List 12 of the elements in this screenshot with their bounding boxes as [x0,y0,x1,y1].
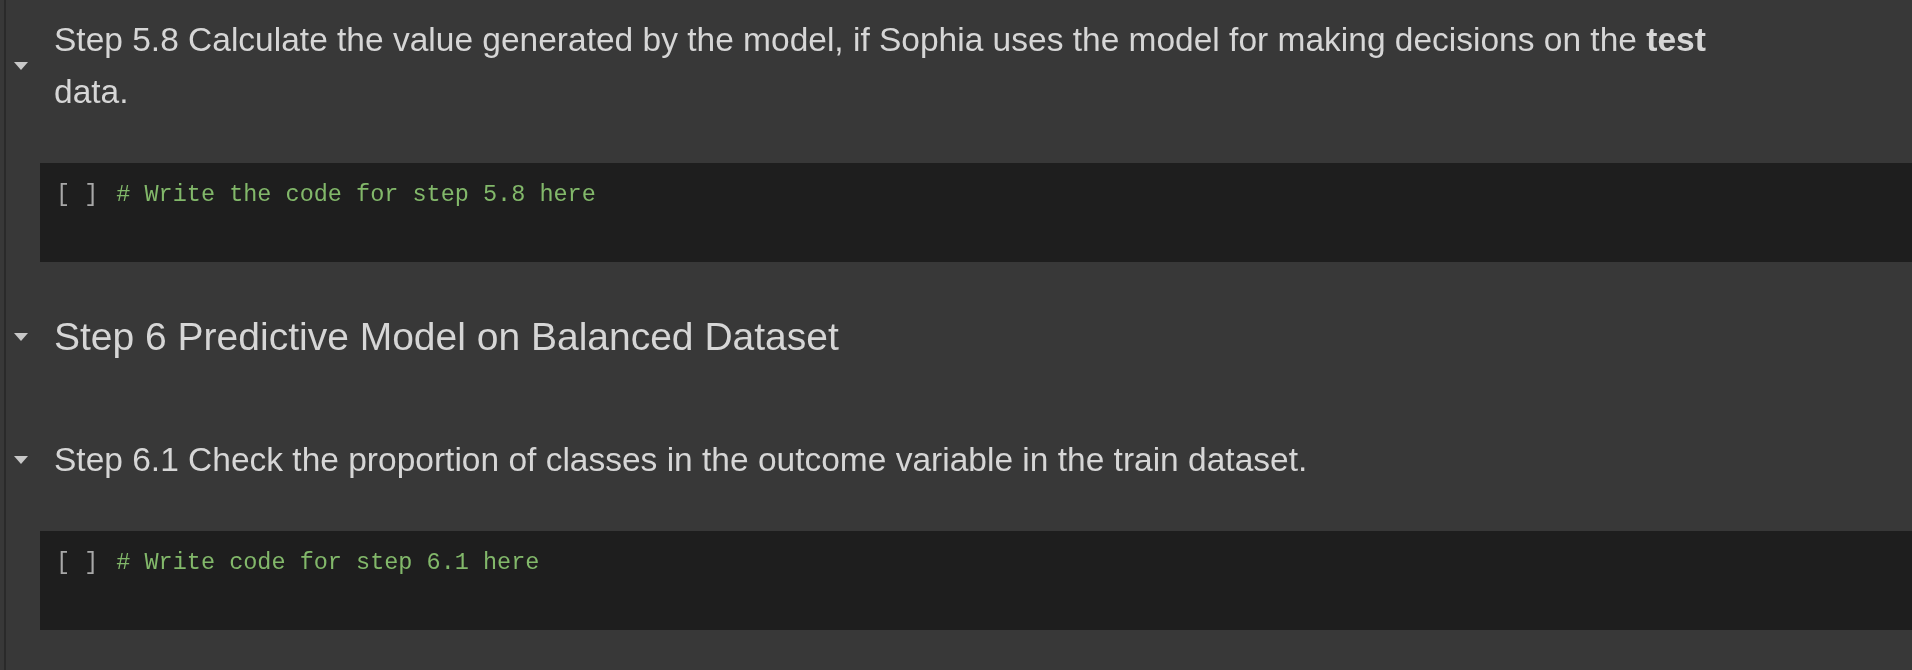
code-comment: # Write code for step 6.1 here [116,548,540,578]
caret-icon[interactable] [14,62,28,70]
step-heading: Step 6.1 Check the proportion of classes in the outcome variable in the train dataset. [54,440,1309,480]
execution-count: [ ] [56,180,99,210]
code-comment: # Write the code for step 5.8 here [116,180,596,210]
code-cell[interactable]: [ ] # Write code for step 6.1 here [40,531,1912,630]
caret-icon[interactable] [14,333,28,341]
execution-count: [ ] [56,548,99,578]
caret-icon[interactable] [14,456,28,464]
code-cell[interactable]: [ ] # Write the code for step 5.8 here [40,163,1912,262]
step-heading: Step 5.8 Calculate the value generated by the model, if Sophia uses the model for making decisions on the test data. [54,20,1707,112]
section-heading: Step 6 Predictive Model on Balanced Dataset [54,314,839,360]
